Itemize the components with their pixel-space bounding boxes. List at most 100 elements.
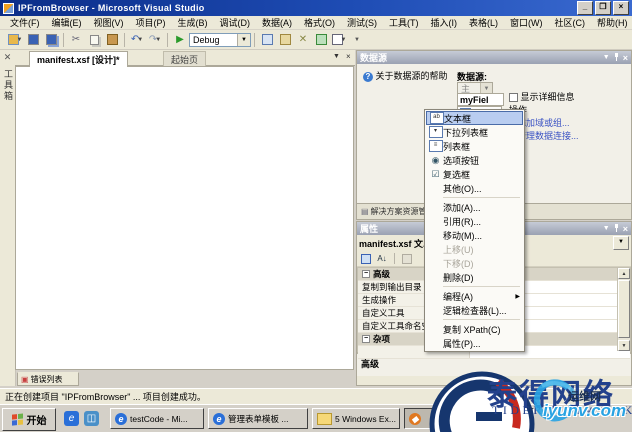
solution-explorer-button[interactable] (313, 32, 329, 47)
tab-scroll-down-icon[interactable]: ▼ (333, 53, 340, 60)
property-grid-scrollbar[interactable]: ▲ ▼ (617, 268, 630, 351)
undo-button[interactable]: ↶ ▼ (129, 32, 145, 47)
dropdown-list-icon: ▾ (428, 126, 443, 138)
menu-item-properties[interactable]: 属性(P)... (426, 336, 523, 350)
start-debug-button[interactable]: ▶ (172, 32, 188, 47)
window-layout-button[interactable]: ▼ (331, 32, 347, 47)
taskbar-button-windows-explorer-group[interactable]: 5 Windows Ex... ▼ (312, 408, 400, 429)
tools-button[interactable]: ✕ (295, 32, 311, 47)
tab-start-page[interactable]: 起始页 (163, 51, 207, 67)
menu-separator (443, 197, 520, 198)
screen: { "window": { "title": "IPFromBrowser - … (0, 0, 632, 432)
quick-launch-app-icon[interactable]: ◫ (84, 411, 99, 426)
data-source-help-link[interactable]: ? 关于数据源的帮助 (363, 69, 448, 82)
menu-item-label: 移动(M)... (443, 230, 482, 241)
menu-table[interactable]: 表格(L) (463, 15, 504, 30)
window-position-icon[interactable]: ▼ (603, 225, 610, 232)
menu-item-label: 编程(A) (443, 291, 473, 302)
taskbar-button-label: 管理表单模板 ... (228, 413, 289, 424)
folder-icon (317, 412, 332, 425)
sort-alphabetical-icon[interactable]: A↓ (375, 252, 389, 265)
menu-item-delete[interactable]: 删除(D) (426, 270, 523, 284)
auto-hide-pin-icon[interactable] (613, 224, 620, 233)
taskbar-button-testcode[interactable]: e testCode - Mi... (110, 408, 204, 429)
menu-item-label: 选项按钮 (443, 155, 480, 166)
property-pages-icon[interactable] (400, 252, 414, 265)
menu-item-logic-inspector[interactable]: 逻辑检查器(L)... (426, 303, 523, 317)
menu-community[interactable]: 社区(C) (549, 15, 592, 30)
panel-close-icon[interactable]: × (623, 53, 628, 63)
menu-tools[interactable]: 工具(T) (383, 15, 425, 30)
cut-icon[interactable]: ✂ (68, 32, 84, 47)
menu-item-option-button[interactable]: ◉ 选项按钮 (426, 153, 523, 167)
solution-config-combo[interactable]: Debug ▼ (189, 32, 251, 47)
menu-window[interactable]: 窗口(W) (504, 15, 549, 30)
menu-file[interactable]: 文件(F) (4, 15, 46, 30)
menu-build[interactable]: 生成(B) (172, 15, 214, 30)
find-in-files-button[interactable] (259, 32, 275, 47)
menu-item-reference[interactable]: 引用(R)... (426, 214, 523, 228)
scroll-down-icon[interactable]: ▼ (618, 340, 630, 351)
close-button[interactable]: × (613, 1, 629, 15)
collapse-icon[interactable]: − (362, 335, 370, 343)
menu-edit[interactable]: 编辑(E) (46, 15, 88, 30)
collapse-icon[interactable]: − (362, 270, 370, 278)
taskbar-button-form-template[interactable]: e 管理表单模板 ... (208, 408, 308, 429)
categorized-icon[interactable] (359, 252, 373, 265)
minimize-button[interactable]: _ (577, 1, 593, 15)
scrollbar-thumb[interactable] (618, 280, 630, 338)
copy-icon[interactable] (86, 32, 102, 47)
category-label: 高级 (373, 269, 391, 279)
auto-hide-pin-icon[interactable] (613, 53, 620, 62)
taskbar-button-active[interactable]: ◆ (404, 408, 534, 429)
toolbox-tab[interactable]: 工具箱 (2, 69, 15, 102)
menu-item-checkbox[interactable]: ☑ 复选框 (426, 167, 523, 181)
menu-item-programming[interactable]: 编程(A) ▶ (426, 289, 523, 303)
title-bar: IPFromBrowser - Microsoft Visual Studio … (0, 0, 632, 16)
menu-item-label: 复选框 (443, 169, 471, 180)
menu-item-add[interactable]: 添加(A)... (426, 200, 523, 214)
menu-item-dropdown-list[interactable]: ▾ 下拉列表框 (426, 125, 523, 139)
menu-test[interactable]: 测试(S) (341, 15, 383, 30)
manage-connections-link[interactable]: 管理数据连接... (517, 129, 579, 142)
quick-launch-ie-icon[interactable]: e (64, 411, 79, 426)
tab-close-icon[interactable]: × (346, 52, 351, 61)
menu-data[interactable]: 数据(A) (256, 15, 298, 30)
tree-root-node[interactable]: myFiel (457, 93, 504, 106)
ie-icon: e (115, 412, 127, 425)
properties-title: 属性 (360, 224, 379, 234)
combo-arrow-icon[interactable]: ▼ (237, 33, 250, 46)
start-label: 开始 (26, 416, 47, 427)
window-position-icon[interactable]: ▼ (603, 54, 610, 61)
menu-item-other[interactable]: 其他(O)... (426, 181, 523, 195)
redo-button[interactable]: ↷ ▼ (147, 32, 163, 47)
maximize-button[interactable]: ❐ (595, 1, 611, 15)
menu-item-move[interactable]: 移动(M)... (426, 228, 523, 242)
error-list-tab[interactable]: ▣ 错误列表 (17, 372, 79, 386)
scroll-up-icon[interactable]: ▲ (618, 268, 630, 279)
menu-item-listbox[interactable]: ≡ 列表框 (426, 139, 523, 153)
toolbar-overflow-icon[interactable]: ▼ (349, 32, 365, 47)
menu-debug[interactable]: 调试(D) (214, 15, 257, 30)
menu-item-copy-xpath[interactable]: 复制 XPath(C) (426, 322, 523, 336)
paste-icon[interactable] (104, 32, 120, 47)
menu-item-textbox[interactable]: ab 文本框 (426, 111, 523, 125)
show-details-checkbox[interactable]: 显示详细信息 (509, 90, 575, 103)
panel-close-icon[interactable]: × (623, 224, 628, 234)
menu-help[interactable]: 帮助(H) (591, 15, 632, 30)
menu-format[interactable]: 格式(O) (298, 15, 341, 30)
design-canvas[interactable] (15, 66, 354, 370)
tab-manifest[interactable]: manifest.xsf [设计]* (29, 51, 128, 67)
save-button[interactable] (25, 32, 41, 47)
add-item-button[interactable] (277, 32, 293, 47)
taskbar-button-label: 5 Windows Ex... (335, 413, 396, 424)
start-button[interactable]: 开始 (2, 408, 56, 431)
properties-object-value: manifest.xsf 文... (359, 238, 431, 249)
status-bar: 正在创建项目 "IPFromBrowser" ... 项目创建成功。 (0, 388, 632, 404)
menu-view[interactable]: 视图(V) (88, 15, 130, 30)
menu-insert[interactable]: 插入(I) (425, 15, 464, 30)
toolbox-strip: ✕ 工具箱 (0, 50, 16, 386)
menu-project[interactable]: 项目(P) (130, 15, 172, 30)
new-item-button[interactable]: ▼ (7, 32, 23, 47)
save-all-button[interactable] (43, 32, 59, 47)
